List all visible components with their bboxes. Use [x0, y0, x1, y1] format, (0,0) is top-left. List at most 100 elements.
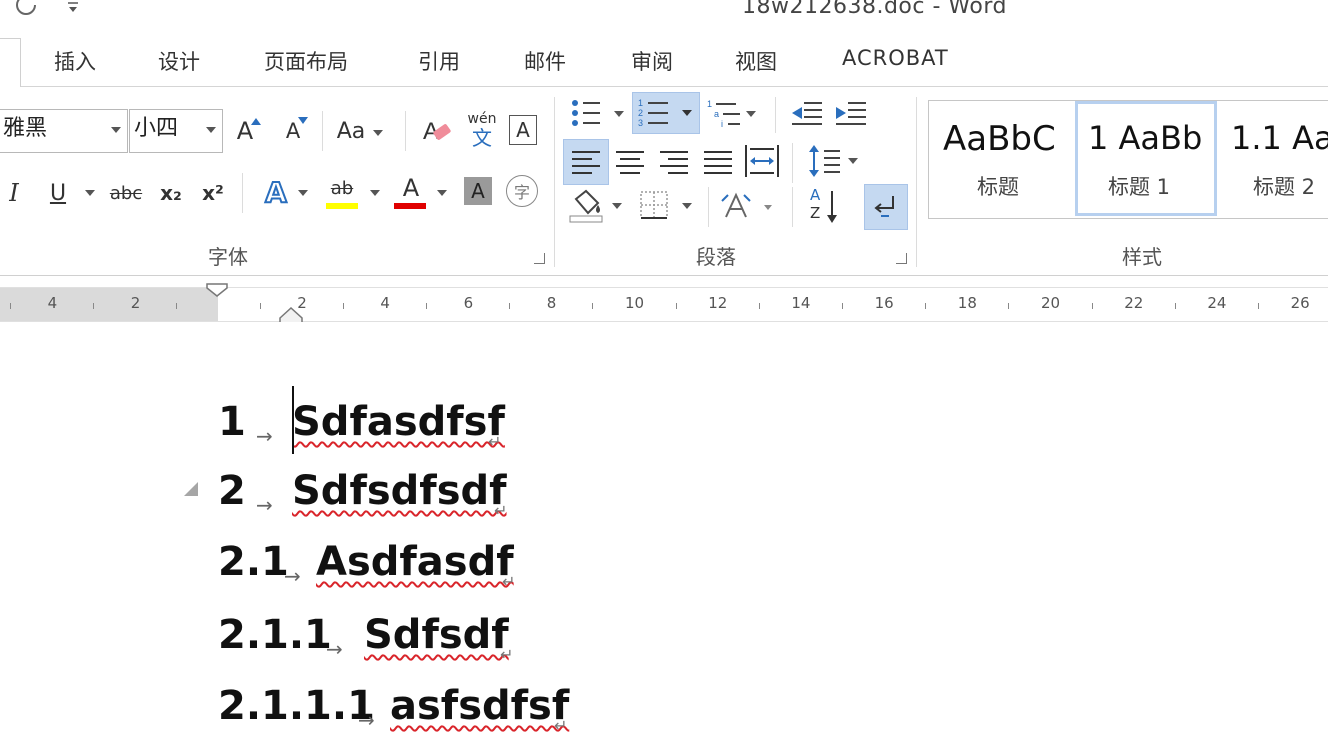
tab-mailings[interactable]: 邮件 — [524, 46, 566, 76]
tab-mark: → — [284, 564, 301, 588]
change-case-button[interactable]: Aa — [332, 113, 388, 149]
tab-design[interactable]: 设计 — [158, 46, 200, 76]
show-formatting-marks-button[interactable] — [864, 184, 908, 230]
subscript-button[interactable]: x₂ — [154, 175, 188, 211]
ruler-number: 6 — [463, 294, 474, 312]
phonetic-guide-button[interactable]: wén 文 — [465, 111, 499, 151]
ruler-tick — [10, 303, 11, 309]
ruler-tick — [842, 303, 843, 309]
refresh-icon[interactable] — [12, 0, 40, 18]
font-color-button[interactable]: A — [394, 173, 428, 203]
ruler-number: 10 — [625, 294, 645, 312]
borders-icon[interactable] — [638, 187, 698, 227]
first-line-indent-icon[interactable] — [205, 282, 229, 298]
underline-dropdown-icon[interactable] — [85, 190, 95, 196]
svg-text:a: a — [714, 109, 719, 119]
character-border-button[interactable]: A — [509, 115, 537, 145]
window-title: 18w212638.doc - Word — [742, 0, 1007, 19]
justify-icon[interactable] — [702, 149, 734, 175]
tab-insert[interactable]: 插入 — [54, 46, 96, 76]
chinese-layout-icon[interactable] — [720, 189, 776, 225]
triangle-down-icon — [298, 117, 309, 124]
ruler-number: 16 — [874, 294, 894, 312]
align-right-icon[interactable] — [658, 149, 690, 175]
align-center-icon[interactable] — [614, 149, 646, 175]
strikethrough-button[interactable]: abc — [106, 175, 146, 211]
change-case-label: Aa — [336, 118, 366, 144]
style-title[interactable]: AaBbC 标题 — [929, 101, 1075, 216]
ruler-tick — [1174, 303, 1176, 309]
highlight-dropdown-icon[interactable] — [370, 190, 380, 196]
heading-text: asfsdfsf — [390, 683, 570, 729]
customize-quick-access-icon[interactable] — [66, 0, 80, 16]
svg-text:2: 2 — [638, 108, 643, 118]
underline-button[interactable]: U — [44, 175, 72, 211]
separator — [708, 187, 709, 227]
superscript-button[interactable]: x² — [196, 175, 230, 211]
tab-page-layout[interactable]: 页面布局 — [264, 46, 348, 76]
style-preview: 1.1 Aa — [1231, 119, 1328, 157]
heading-number: 2.1.1.1 — [218, 683, 375, 729]
chevron-down-icon — [206, 127, 216, 133]
paragraph-mark: ↵ — [554, 716, 568, 735]
text-effects-dropdown-icon[interactable] — [298, 190, 308, 196]
tab-view[interactable]: 视图 — [735, 46, 777, 76]
heading-text: Sdfsdf — [364, 612, 509, 658]
clear-formatting-icon[interactable]: A — [420, 113, 454, 149]
paragraph-mark-icon — [874, 196, 894, 217]
enclose-characters-button[interactable]: 字 — [506, 175, 538, 207]
highlight-button[interactable]: ab — [324, 173, 360, 203]
ruler-number: 14 — [791, 294, 811, 312]
text-effects-label: A — [264, 175, 288, 210]
heading-text: Sdfasdfsf — [292, 399, 505, 445]
underline-label: U — [49, 180, 67, 206]
font-name-combo[interactable]: 雅黑 — [0, 109, 128, 153]
ruler-tick — [259, 303, 261, 309]
ribbon-tab-bar: 插入 设计 页面布局 引用 邮件 审阅 视图 ACROBAT — [0, 36, 1328, 87]
decrease-indent-icon[interactable] — [790, 99, 824, 127]
ruler-tick — [1008, 303, 1010, 309]
bullets-icon[interactable] — [570, 97, 630, 129]
italic-button[interactable]: I — [2, 175, 26, 211]
increase-indent-icon[interactable] — [834, 99, 868, 127]
style-heading-1[interactable]: 1 AaBb 标题 1 — [1075, 101, 1217, 216]
font-size-combo[interactable]: 小四 — [129, 109, 223, 153]
collapse-heading-icon[interactable] — [182, 480, 200, 498]
style-name: 标题 2 — [1253, 175, 1316, 199]
paragraph-dialog-launcher-icon[interactable] — [896, 253, 907, 264]
separator — [405, 111, 406, 151]
ruler-tick — [426, 303, 427, 309]
tab-references[interactable]: 引用 — [418, 46, 460, 76]
multilevel-list-icon[interactable]: 1 a i — [706, 97, 764, 129]
character-shading-button[interactable]: A — [464, 177, 492, 205]
shrink-font-button[interactable]: A — [280, 113, 314, 149]
tab-mark: → — [326, 637, 343, 661]
character-shading-label: A — [471, 179, 485, 203]
font-color-dropdown-icon[interactable] — [437, 190, 447, 196]
style-heading-2[interactable]: 1.1 Aa 标题 2 — [1219, 101, 1328, 216]
style-preview: AaBbC — [943, 119, 1056, 159]
svg-text:3: 3 — [638, 118, 643, 128]
text-effects-button[interactable]: A — [256, 173, 296, 211]
line-spacing-icon[interactable] — [806, 143, 860, 179]
shading-icon[interactable] — [568, 187, 628, 227]
svg-text:1: 1 — [707, 99, 712, 109]
styles-gallery: AaBbC 标题 1 AaBb 标题 1 1.1 Aa 标题 2 — [928, 100, 1328, 219]
ruler-number: 24 — [1207, 294, 1227, 312]
font-color-bar — [394, 203, 426, 209]
phonetic-top-label: wén — [467, 111, 497, 127]
numbering-button[interactable]: 1 2 3 — [632, 92, 700, 134]
tab-review[interactable]: 审阅 — [631, 46, 673, 76]
ruler-tick — [592, 303, 594, 309]
align-left-button[interactable] — [563, 139, 609, 185]
horizontal-ruler[interactable]: 4 2 2 4 6 8 10 12 14 16 18 20 22 24 26 — [0, 283, 1328, 322]
sort-button[interactable]: A Z — [808, 187, 842, 227]
svg-text:1: 1 — [638, 98, 643, 108]
document-area[interactable]: 1 → Sdfasdfsf ↵ 2 → Sdfsdfsdf ↵ 2.1 → As… — [0, 322, 1328, 756]
tab-acrobat[interactable]: ACROBAT — [842, 46, 949, 70]
distributed-icon[interactable] — [744, 143, 780, 179]
font-dialog-launcher-icon[interactable] — [534, 253, 545, 264]
grow-font-button[interactable]: A — [232, 113, 266, 149]
font-size-value: 小四 — [134, 116, 179, 141]
ruler-tick — [1258, 303, 1259, 309]
